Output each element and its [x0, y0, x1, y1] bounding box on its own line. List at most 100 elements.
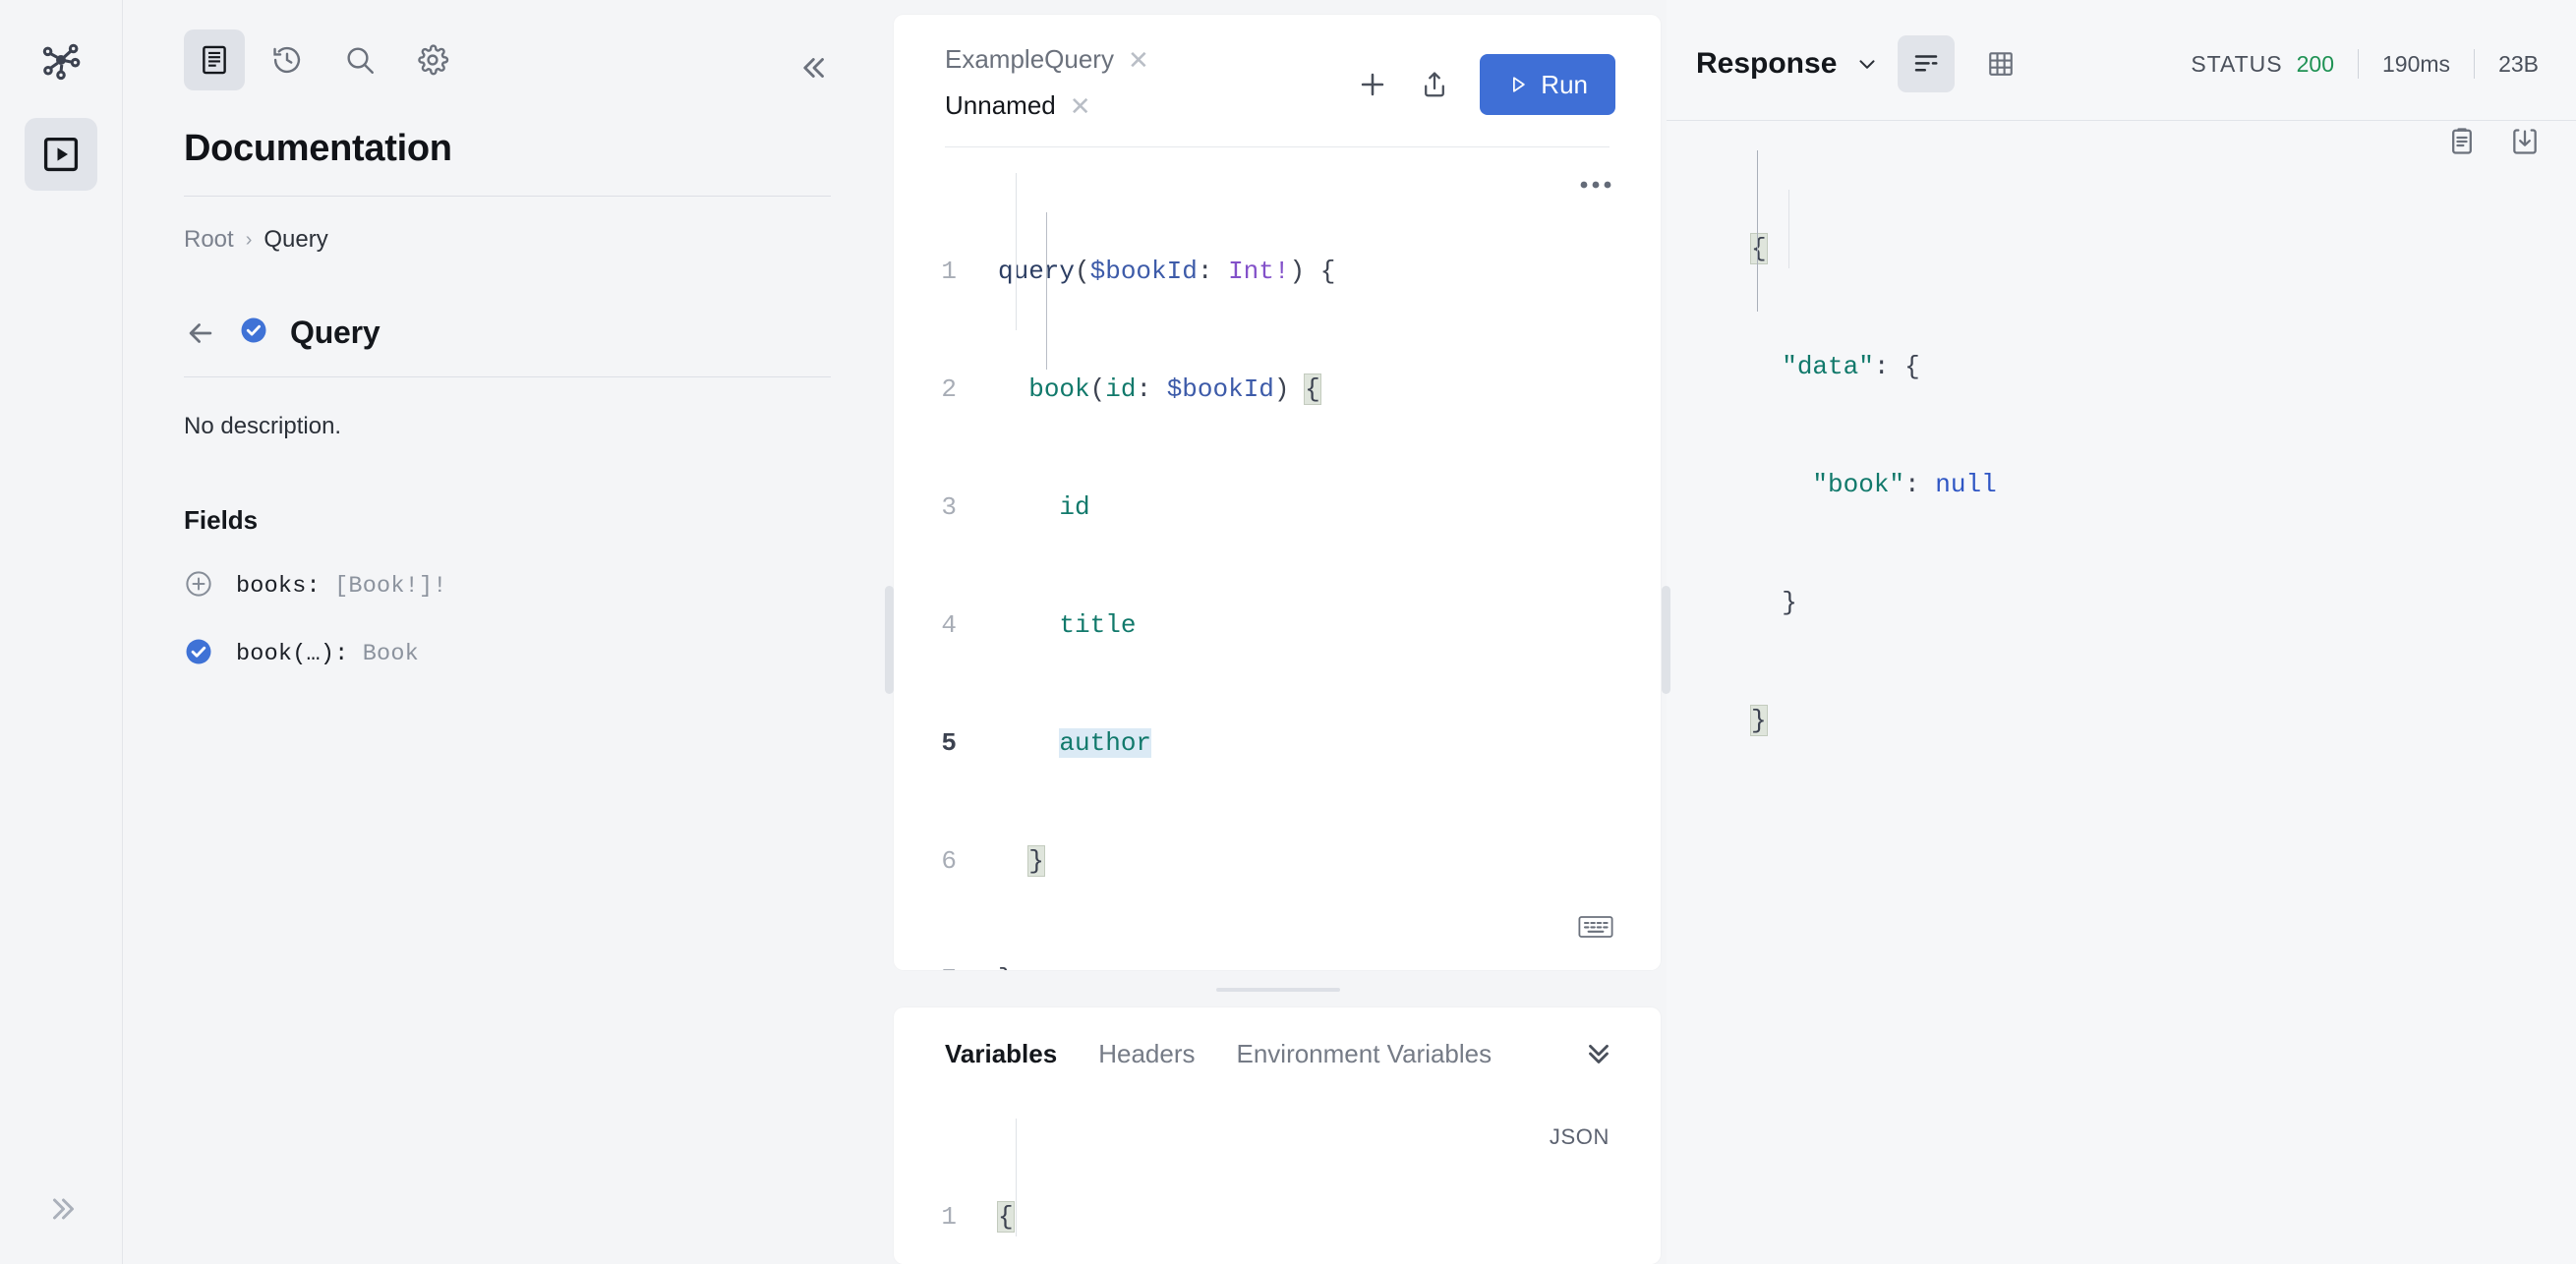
sidebar-tab-settings[interactable] [402, 29, 463, 90]
type-description: No description. [184, 413, 342, 439]
chevron-down-icon[interactable] [1854, 51, 1880, 77]
gutter-spacer [1667, 229, 1731, 268]
response-body[interactable]: { "data": { "book": null } } [1667, 121, 2576, 819]
token-brace-matched: } [1750, 705, 1768, 736]
response-duration: 190ms [2382, 50, 2451, 77]
operation-toolbar: ExampleQuery ✕ Unnamed ✕ Run [894, 15, 1661, 121]
share-upload-icon[interactable] [1419, 69, 1450, 100]
documentation-sidebar: Documentation Root › Query Query No desc… [123, 0, 894, 1264]
more-horizontal-icon[interactable] [1580, 177, 1611, 195]
token-brace-matched: { [997, 1201, 1015, 1234]
check-circle-filled-icon[interactable] [184, 637, 213, 671]
status-value: 200 [2296, 50, 2335, 77]
apollo-graph-logo[interactable] [30, 29, 91, 90]
code-text: "book": null [1731, 465, 1997, 504]
token-key: "book" [1812, 470, 1905, 499]
fields-heading: Fields [184, 505, 259, 535]
code-content: 1 query($bookId: Int!) { 2 book(id: $boo… [894, 173, 1661, 970]
response-view-json-button[interactable] [1898, 35, 1956, 92]
variables-tabstrip: Variables Headers Environment Variables [894, 1007, 1661, 1073]
sidebar-resize-handle[interactable] [885, 586, 894, 694]
code-text: } [978, 959, 1014, 970]
field-name: book(…): [236, 641, 363, 667]
horizontal-resize-handle[interactable] [1216, 988, 1340, 993]
sidebar-tab-search[interactable] [329, 29, 390, 90]
token-variable: $bookId [1166, 373, 1274, 404]
operation-tab-examplequery[interactable]: ExampleQuery ✕ [945, 44, 1356, 75]
rail-expand-button[interactable] [0, 1191, 123, 1227]
page-title: Documentation [184, 128, 452, 169]
gutter-spacer [1667, 701, 1731, 740]
response-resize-handle[interactable] [1662, 586, 1670, 694]
indent-guide [1016, 1119, 1017, 1237]
breadcrumb-separator-icon: › [245, 228, 253, 251]
breadcrumb-current[interactable]: Query [263, 226, 327, 254]
plus-circle-icon[interactable] [184, 569, 213, 603]
code-line: 2 book(id: $bookId) { [894, 370, 1661, 409]
token-variable: $bookId [1089, 256, 1198, 286]
token-punct: : [1136, 373, 1167, 404]
rail-item-explorer[interactable] [25, 118, 97, 191]
gutter-spacer [1667, 583, 1731, 622]
response-code-content: { "data": { "book": null } } [1667, 150, 2576, 819]
sidebar-collapse-button[interactable] [790, 43, 839, 97]
divider [184, 196, 831, 197]
format-label: JSON [1549, 1124, 1610, 1150]
code-line-current: 5 author [894, 723, 1661, 763]
breadcrumb-root[interactable]: Root [184, 226, 234, 254]
field-row-books[interactable]: books: [Book!]! [184, 569, 831, 603]
code-text: query($bookId: Int!) { [978, 252, 1335, 291]
tab-headers[interactable]: Headers [1098, 1039, 1195, 1069]
add-operation-tab-button[interactable] [1356, 68, 1389, 101]
line-number-current: 5 [941, 727, 957, 758]
response-panel: Response STATUS 200 190ms 23B {"data": … [1667, 0, 2576, 1264]
variables-code-editor[interactable]: JSON 1 { 2 "bookId": 1 3 } [894, 1097, 1661, 1264]
token-punct: ( [1089, 373, 1106, 404]
code-line: } [1667, 583, 2576, 622]
chevron-double-down-icon[interactable] [1582, 1035, 1615, 1073]
tab-variables[interactable]: Variables [945, 1039, 1057, 1069]
run-button-label: Run [1541, 69, 1588, 99]
response-title: Response [1696, 47, 1838, 80]
response-view-table-button[interactable] [1972, 35, 2029, 92]
code-text: } [1731, 701, 1768, 740]
graphql-code-editor[interactable]: 1 query($bookId: Int!) { 2 book(id: $boo… [894, 147, 1661, 970]
check-circle-filled-icon [239, 316, 268, 350]
keyboard-icon[interactable] [1578, 914, 1613, 945]
operation-tab-label: ExampleQuery [945, 44, 1114, 74]
sidebar-tabstrip [184, 29, 831, 90]
tab-environment-variables[interactable]: Environment Variables [1236, 1039, 1492, 1069]
response-meta: STATUS 200 190ms 23B [2191, 49, 2539, 79]
gutter-spacer [1667, 347, 1731, 386]
breadcrumb: Root › Query [184, 226, 831, 254]
close-icon[interactable]: ✕ [1128, 47, 1149, 73]
divider [2358, 49, 2360, 79]
line-number: 6 [941, 845, 957, 876]
variables-card: Variables Headers Environment Variables … [894, 1007, 1661, 1264]
token-punct: ) [1289, 256, 1320, 286]
arrow-left-icon[interactable] [184, 316, 217, 350]
graphql-explorer-app: Documentation Root › Query Query No desc… [0, 0, 2576, 1264]
code-line: "book": null [1667, 465, 2576, 504]
close-icon[interactable]: ✕ [1070, 93, 1091, 119]
operation-tab-unnamed[interactable]: Unnamed ✕ [945, 90, 1356, 121]
code-line: { [1667, 229, 2576, 268]
run-button[interactable]: Run [1480, 54, 1615, 115]
gutter-spacer [1667, 465, 1731, 504]
sidebar-tab-documentation[interactable] [184, 29, 245, 90]
field-row-book[interactable]: book(…): Book [184, 637, 831, 671]
sidebar-tab-history[interactable] [257, 29, 318, 90]
token-field: title [1059, 609, 1137, 640]
code-line: 1 query($bookId: Int!) { [894, 252, 1661, 291]
token-keyword: query [998, 256, 1076, 286]
code-text: { [1731, 229, 1768, 268]
token-punct: : [1197, 256, 1229, 286]
code-line: } [1667, 701, 2576, 740]
field-signature: books: [Book!]! [236, 573, 447, 600]
type-name: Query [290, 315, 381, 350]
token-punct: ) [1273, 373, 1306, 404]
operation-editor-card: ExampleQuery ✕ Unnamed ✕ Run 1 query($bo… [894, 15, 1661, 970]
field-type: [Book!]! [334, 573, 447, 600]
token-null: null [1935, 470, 1997, 499]
code-text: title [978, 605, 1136, 645]
